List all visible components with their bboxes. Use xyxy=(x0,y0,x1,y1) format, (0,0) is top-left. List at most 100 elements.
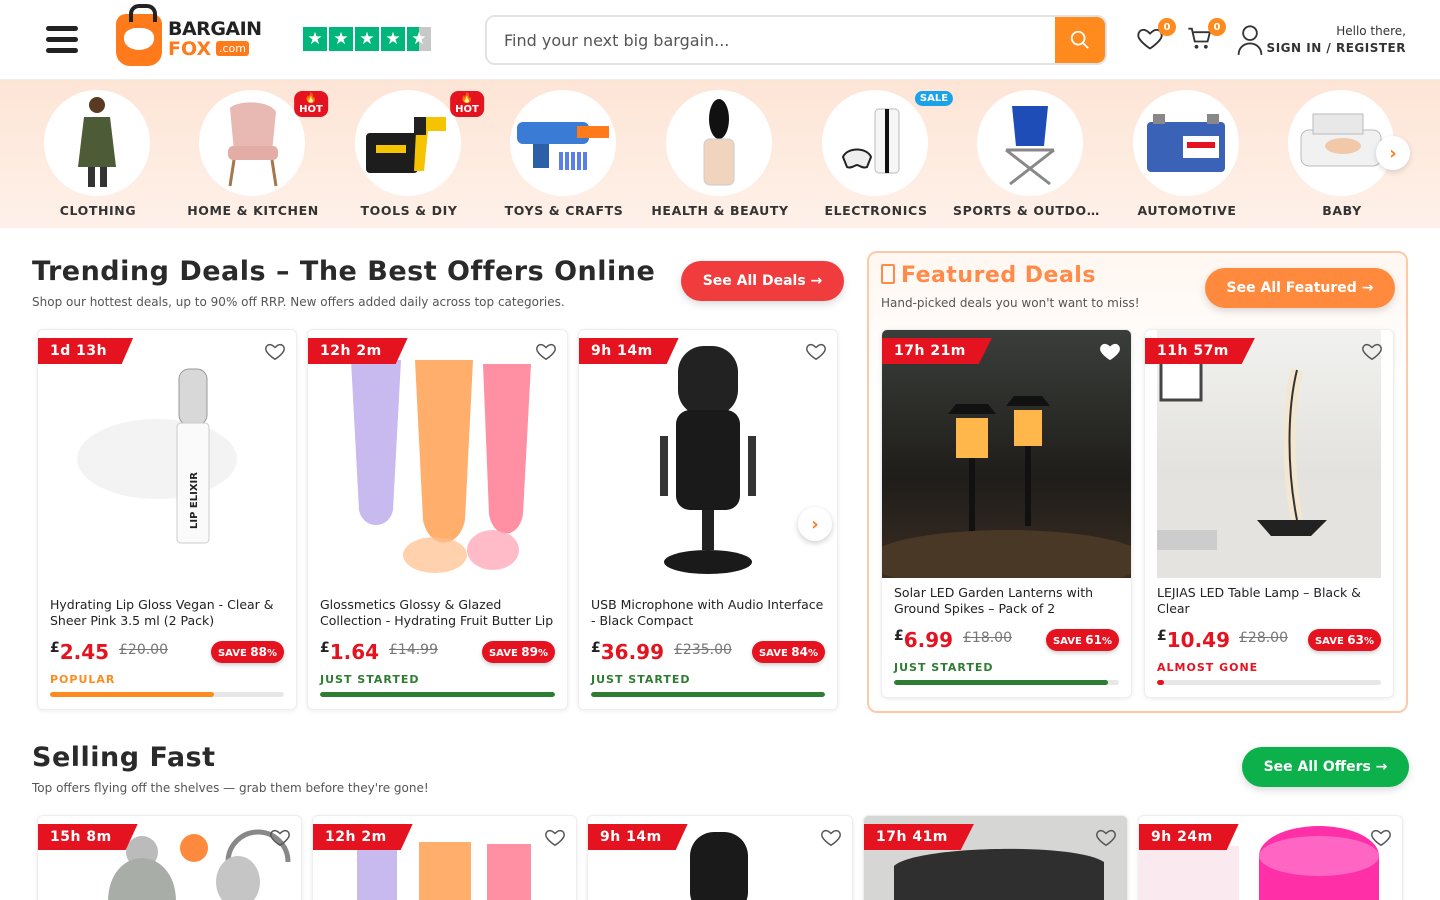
original-price: £20.00 xyxy=(119,642,168,658)
see-all-offers-button[interactable]: See All Offers → xyxy=(1242,747,1409,787)
wishlist-heart-icon[interactable] xyxy=(269,826,291,848)
product-card[interactable]: 12h 2m Glossmetics Glossy & Glazed Colle… xyxy=(307,329,568,710)
wishlist-heart-icon[interactable] xyxy=(535,340,557,362)
price-value: 2.45 xyxy=(59,640,110,664)
category-image xyxy=(355,90,461,196)
stock-progress-bar xyxy=(50,692,284,697)
product-image[interactable] xyxy=(882,330,1131,590)
stock-progress-bar xyxy=(320,692,555,697)
category-clothing[interactable]: CLOTHING xyxy=(20,90,176,220)
cart-button[interactable]: 0 xyxy=(1186,18,1226,54)
save-percent: 89 xyxy=(521,645,538,659)
star-icon: ★ xyxy=(329,27,353,51)
category-automotive[interactable]: AUTOMOTIVE xyxy=(1109,90,1265,220)
original-price: £28.00 xyxy=(1239,630,1288,646)
countdown-timer: 17h 41m xyxy=(864,824,974,850)
wishlist-heart-icon[interactable] xyxy=(1370,826,1392,848)
currency-symbol: £ xyxy=(894,628,904,644)
countdown-timer: 12h 2m xyxy=(308,338,408,364)
countdown-timer: 17h 21m xyxy=(882,338,992,364)
countdown-timer: 15h 8m xyxy=(38,824,138,850)
product-card[interactable]: 1d 13h LIP ELIXIR Hydrating Lip Gloss Ve… xyxy=(37,329,297,710)
percent-sign: % xyxy=(266,648,277,659)
product-title[interactable]: LEJIAS LED Table Lamp – Black & Clear xyxy=(1157,585,1381,617)
svg-text:LIP ELIXIR: LIP ELIXIR xyxy=(189,472,200,529)
product-price: £6.99 xyxy=(894,628,953,652)
product-image[interactable] xyxy=(686,828,752,900)
deal-status: ALMOST GONE xyxy=(1157,661,1259,674)
category-sports-outdoors[interactable]: SPORTS & OUTDOORS xyxy=(953,90,1109,220)
search-bar xyxy=(485,15,1107,65)
product-title[interactable]: Hydrating Lip Gloss Vegan - Clear & Shee… xyxy=(50,597,284,629)
account-link[interactable]: Hello there, SIGN IN / REGISTER xyxy=(1236,24,1406,58)
logo-text-fox: FOX xyxy=(168,38,212,60)
sign-in-register-link[interactable]: SIGN IN / REGISTER xyxy=(1267,41,1406,55)
see-all-deals-button[interactable]: See All Deals → xyxy=(681,261,844,301)
product-title[interactable]: USB Microphone with Audio Interface - Bl… xyxy=(591,597,825,629)
save-label: SAVE xyxy=(1314,636,1344,647)
product-card[interactable]: 9h 24m xyxy=(1138,815,1403,900)
stock-progress-fill xyxy=(320,692,555,697)
hamburger-menu-icon[interactable] xyxy=(46,26,78,54)
category-image xyxy=(977,90,1083,196)
product-card[interactable]: 17h 41m xyxy=(863,815,1128,900)
product-image[interactable] xyxy=(591,340,825,578)
countdown-timer: 12h 2m xyxy=(313,824,413,850)
category-label: CLOTHING xyxy=(59,203,137,218)
trending-next-arrow-icon[interactable]: › xyxy=(798,507,832,541)
product-card[interactable]: 11h 57m LEJIAS LED Table Lamp – Black & … xyxy=(1144,329,1394,698)
deal-status: JUST STARTED xyxy=(591,673,691,686)
category-label: TOYS & CRAFTS xyxy=(504,203,624,218)
search-button[interactable] xyxy=(1055,17,1105,63)
category-next-arrow-icon[interactable]: › xyxy=(1376,136,1410,170)
see-all-featured-button[interactable]: See All Featured → xyxy=(1205,268,1395,308)
deal-status: JUST STARTED xyxy=(320,673,420,686)
star-icon: ★ xyxy=(355,27,379,51)
currency-symbol: £ xyxy=(1157,628,1167,644)
product-title[interactable]: Solar LED Garden Lanterns with Ground Sp… xyxy=(894,585,1119,617)
star-icon: ★ xyxy=(381,27,405,51)
wishlist-heart-icon[interactable] xyxy=(1361,340,1383,362)
site-logo[interactable]: BARGAIN FOX .com xyxy=(112,4,262,70)
wishlist-heart-icon[interactable] xyxy=(820,826,842,848)
search-input[interactable] xyxy=(487,17,1059,63)
save-label: SAVE xyxy=(488,648,518,659)
wishlist-heart-icon[interactable] xyxy=(805,340,827,362)
product-title[interactable]: Glossmetics Glossy & Glazed Collection -… xyxy=(320,597,555,629)
category-hot-badge: 🔥HOT xyxy=(294,91,328,117)
product-image[interactable] xyxy=(1157,330,1381,578)
product-image[interactable] xyxy=(320,340,555,578)
category-image xyxy=(199,90,305,196)
save-badge: SAVE 63% xyxy=(1307,629,1381,651)
price-value: 6.99 xyxy=(903,628,954,652)
product-card[interactable]: 9h 14m xyxy=(587,815,853,900)
category-health-beauty[interactable]: HEALTH & BEAUTY xyxy=(642,90,798,220)
wishlist-heart-icon[interactable] xyxy=(544,826,566,848)
category-electronics[interactable]: SALE ELECTRONICS xyxy=(798,90,954,220)
save-percent: 88 xyxy=(250,645,267,659)
category-label: TOOLS & DIY xyxy=(360,203,458,218)
logo-text-com: .com xyxy=(216,41,249,56)
category-carousel: CLOTHING 🔥HOT HOME & KITCHEN 🔥HOT TOOLS … xyxy=(0,80,1440,228)
product-card[interactable]: 17h 21m Solar LED Garden Lanterns with G… xyxy=(881,329,1132,698)
category-toys-crafts[interactable]: TOYS & CRAFTS xyxy=(486,90,642,220)
product-price: £2.45 xyxy=(50,640,109,664)
save-badge: SAVE 89% xyxy=(481,641,555,663)
trustpilot-rating[interactable]: ★ ★ ★ ★ ★ xyxy=(303,27,431,51)
featured-title-text: Featured Deals xyxy=(901,263,1096,288)
currency-symbol: £ xyxy=(320,640,330,656)
product-card[interactable]: 12h 2m xyxy=(312,815,577,900)
countdown-timer: 9h 14m xyxy=(579,338,679,364)
category-home-kitchen[interactable]: 🔥HOT HOME & KITCHEN xyxy=(175,90,331,220)
category-tools-diy[interactable]: 🔥HOT TOOLS & DIY xyxy=(331,90,487,220)
product-price: £36.99 xyxy=(591,640,664,664)
countdown-timer: 9h 14m xyxy=(588,824,688,850)
product-card[interactable]: 15h 8m xyxy=(37,815,302,900)
wishlist-heart-icon[interactable] xyxy=(1099,340,1121,362)
wishlist-heart-icon[interactable] xyxy=(264,340,286,362)
wishlist-button[interactable]: 0 xyxy=(1136,18,1176,54)
product-image[interactable]: LIP ELIXIR xyxy=(50,340,284,578)
half-star-icon: ★ xyxy=(407,27,431,51)
search-icon xyxy=(1070,30,1089,49)
wishlist-heart-icon[interactable] xyxy=(1095,826,1117,848)
